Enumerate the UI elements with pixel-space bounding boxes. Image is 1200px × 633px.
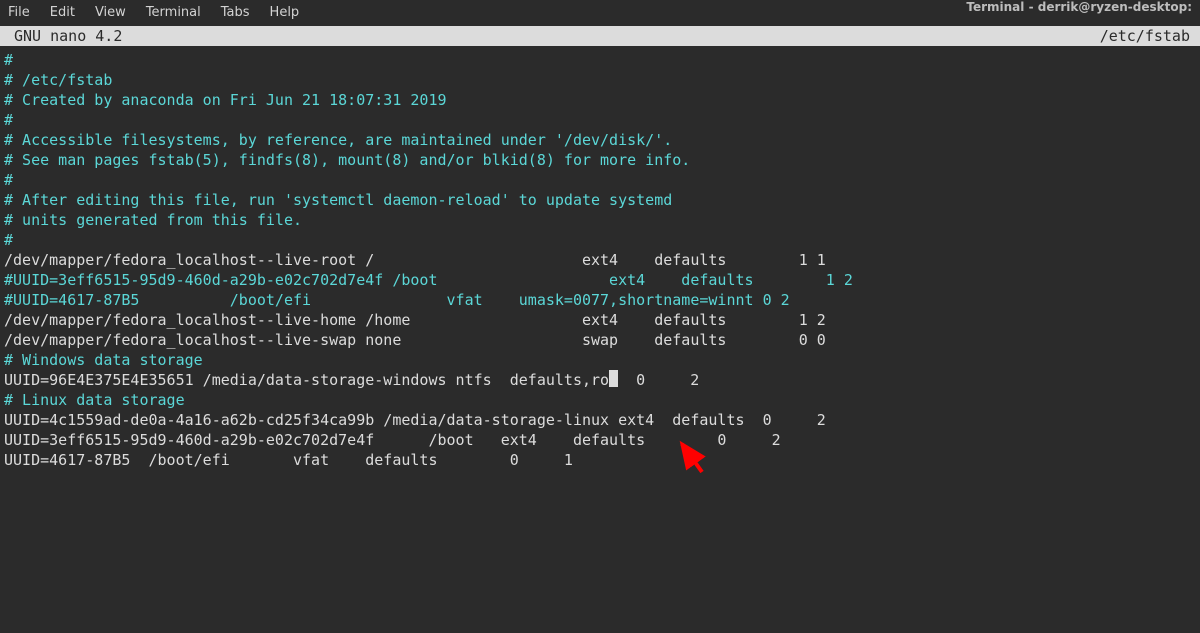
menu-file[interactable]: File [6, 2, 40, 23]
editor-viewport[interactable]: ## /etc/fstab# Created by anaconda on Fr… [0, 46, 1200, 474]
editor-line[interactable]: UUID=3eff6515-95d9-460d-a29b-e02c702d7e4… [4, 430, 1196, 450]
editor-line[interactable]: # Linux data storage [4, 390, 1196, 410]
menu-view[interactable]: View [85, 2, 136, 23]
editor-line[interactable]: # [4, 230, 1196, 250]
editor-line[interactable]: # Accessible filesystems, by reference, … [4, 130, 1196, 150]
editor-line[interactable]: UUID=96E4E375E4E35651 /media/data-storag… [4, 370, 1196, 390]
menu-terminal[interactable]: Terminal [136, 2, 211, 23]
text-cursor [609, 370, 618, 387]
menu-tabs[interactable]: Tabs [211, 2, 260, 23]
editor-line[interactable]: /dev/mapper/fedora_localhost--live-swap … [4, 330, 1196, 350]
editor-line[interactable]: # After editing this file, run 'systemct… [4, 190, 1196, 210]
editor-line[interactable]: # [4, 50, 1196, 70]
nano-header: GNU nano 4.2 /etc/fstab [0, 26, 1200, 46]
editor-line[interactable]: UUID=4c1559ad-de0a-4a16-a62b-cd25f34ca99… [4, 410, 1196, 430]
editor-line[interactable]: # /etc/fstab [4, 70, 1196, 90]
menu-help[interactable]: Help [260, 2, 310, 23]
editor-line[interactable]: /dev/mapper/fedora_localhost--live-home … [4, 310, 1196, 330]
editor-line[interactable]: UUID=4617-87B5 /boot/efi vfat defaults 0… [4, 450, 1196, 470]
menu-edit[interactable]: Edit [40, 2, 85, 23]
editor-line[interactable]: /dev/mapper/fedora_localhost--live-root … [4, 250, 1196, 270]
editor-line[interactable]: #UUID=4617-87B5 /boot/efi vfat umask=007… [4, 290, 1196, 310]
editor-line[interactable]: #UUID=3eff6515-95d9-460d-a29b-e02c702d7e… [4, 270, 1196, 290]
editor-line[interactable]: # units generated from this file. [4, 210, 1196, 230]
editor-line[interactable]: # Created by anaconda on Fri Jun 21 18:0… [4, 90, 1196, 110]
nano-app-name: GNU nano 4.2 [0, 26, 122, 46]
nano-filename: /etc/fstab [1100, 26, 1200, 46]
editor-line[interactable]: # See man pages fstab(5), findfs(8), mou… [4, 150, 1196, 170]
editor-line[interactable]: # [4, 110, 1196, 130]
window-title: Terminal - derrik@ryzen-desktop: [966, 0, 1192, 14]
editor-line[interactable]: # Windows data storage [4, 350, 1196, 370]
editor-line[interactable]: # [4, 170, 1196, 190]
